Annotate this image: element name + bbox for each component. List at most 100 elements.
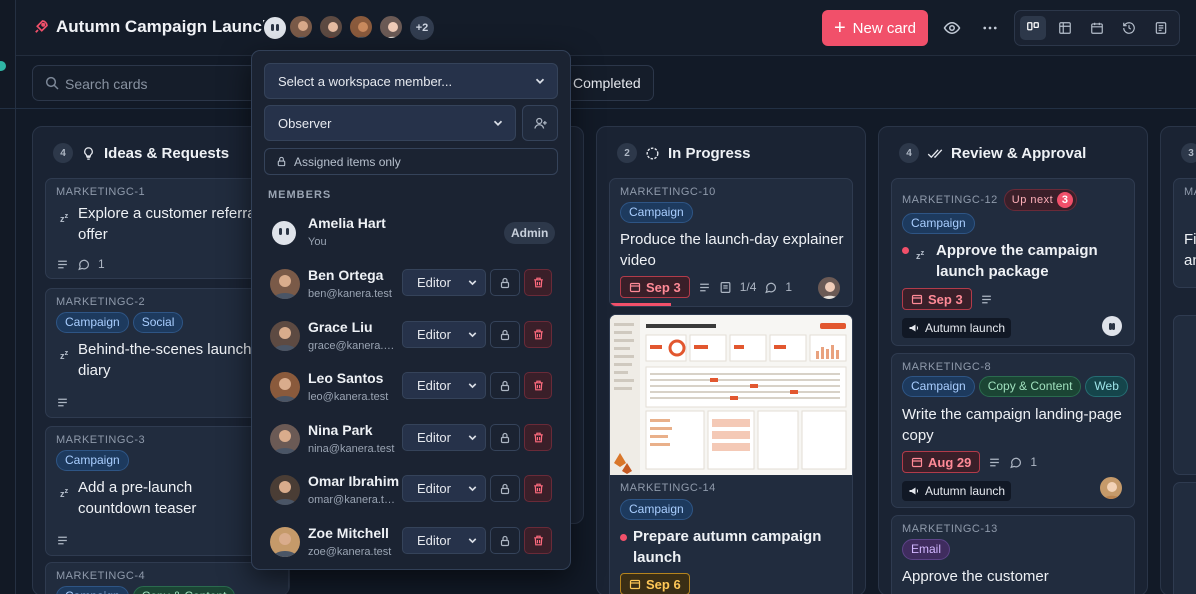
chevron-down-icon xyxy=(466,276,479,289)
description-icon xyxy=(980,293,993,306)
member-name: Omar Ibrahim xyxy=(308,473,400,489)
member-role-select[interactable]: Editor xyxy=(402,424,486,451)
trash-icon xyxy=(532,379,545,392)
member-select[interactable]: Select a workspace member... xyxy=(264,63,558,99)
trash-icon xyxy=(532,482,545,495)
chevron-down-icon xyxy=(466,379,479,392)
role-select-value: Observer xyxy=(278,115,332,131)
member-role-select[interactable]: Editor xyxy=(402,475,486,502)
lock-icon xyxy=(499,432,511,444)
card[interactable]: MARKETINGC-8 Campaign Copy & Content Web W… xyxy=(891,353,1135,508)
member-role-value: Editor xyxy=(417,327,451,342)
column-count: 4 xyxy=(53,143,73,163)
completed-filter-button[interactable]: Completed xyxy=(560,65,654,101)
card[interactable]: MARKETINGC-13 Email Approve the customer xyxy=(891,515,1135,594)
tag: Social xyxy=(132,312,184,333)
assignee-avatar[interactable] xyxy=(1098,475,1124,501)
view-switcher xyxy=(1014,10,1180,46)
members-heading: MEMBERS xyxy=(268,189,332,201)
restrict-access-button[interactable] xyxy=(490,372,520,399)
restrict-access-button[interactable] xyxy=(490,424,520,451)
member-name: Amelia Hart xyxy=(308,215,386,231)
card[interactable] xyxy=(1173,482,1196,594)
card-title: Prepare autumn campaign launch xyxy=(633,528,822,566)
search-input[interactable]: Search cards xyxy=(32,65,264,101)
restrict-access-button[interactable] xyxy=(490,321,520,348)
calendar-icon xyxy=(911,457,923,468)
remove-member-button[interactable] xyxy=(524,527,552,554)
comment-icon xyxy=(1009,456,1022,469)
more-members-badge[interactable]: +2 xyxy=(410,16,434,40)
column-title: Ideas & Requests xyxy=(104,144,230,162)
member-role-value: Editor xyxy=(417,481,451,496)
member-row: Zoe Mitchell zoe@kanera.test Editor xyxy=(252,521,572,571)
member-row: Leo Santos leo@kanera.test Editor xyxy=(252,366,572,416)
new-card-button[interactable]: + New card xyxy=(822,10,928,46)
list-view-icon[interactable] xyxy=(1148,16,1174,40)
avatar[interactable] xyxy=(262,15,288,41)
avatar[interactable] xyxy=(288,14,314,40)
member-role-select[interactable]: Editor xyxy=(402,321,486,348)
calendar-view-icon[interactable] xyxy=(1084,16,1110,40)
more-icon[interactable] xyxy=(981,19,999,37)
comment-icon xyxy=(764,281,777,294)
label-text: Autumn launch xyxy=(925,484,1006,498)
column-review: 4 Review & Approval MARKETINGC-12 Up next 3… xyxy=(878,126,1148,594)
card-id: MARKETINGC-1 xyxy=(56,186,146,198)
history-view-icon[interactable] xyxy=(1116,16,1142,40)
card[interactable]: MARKETINGC- Fi an xyxy=(1173,178,1196,288)
card-id-text: MARKETINGC-12 xyxy=(902,193,998,206)
left-rail xyxy=(0,0,16,594)
label-chip[interactable]: Autumn launch xyxy=(902,481,1012,501)
assignee-avatar[interactable] xyxy=(816,275,842,301)
column-partial: 3 MARKETINGC- Fi an xyxy=(1160,126,1196,594)
assignee-avatar[interactable] xyxy=(1102,316,1122,336)
due-date[interactable]: Sep 3 xyxy=(902,288,972,310)
member-email: ben@kanera.test xyxy=(308,288,392,300)
member-role-select[interactable]: Editor xyxy=(402,372,486,399)
eye-icon[interactable] xyxy=(943,19,961,37)
due-date-text: Sep 3 xyxy=(646,279,681,295)
tag: Campaign xyxy=(56,450,129,471)
restrict-access-button[interactable] xyxy=(490,527,520,554)
member-role-select[interactable]: Editor xyxy=(402,269,486,296)
bulb-icon xyxy=(81,146,96,161)
column-count: 4 xyxy=(899,143,919,163)
remove-member-button[interactable] xyxy=(524,321,552,348)
card[interactable]: MARKETINGC-12 Up next 3 Campaign zz Approv… xyxy=(891,178,1135,346)
due-date[interactable]: Sep 6 xyxy=(620,573,690,594)
avatar[interactable] xyxy=(348,14,374,40)
comment-count: 1 xyxy=(785,280,793,294)
remove-member-button[interactable] xyxy=(524,269,552,296)
due-date[interactable]: Aug 29 xyxy=(902,451,981,473)
restrict-access-button[interactable] xyxy=(490,269,520,296)
remove-member-button[interactable] xyxy=(524,372,552,399)
card[interactable] xyxy=(1173,315,1196,475)
member-avatar xyxy=(270,372,300,402)
avatar[interactable] xyxy=(378,14,404,40)
card[interactable]: MARKETINGC-10 Campaign Produce the launc… xyxy=(609,178,853,307)
tag: Campaign xyxy=(902,376,975,397)
member-select-value: Select a workspace member... xyxy=(278,73,453,89)
restrict-access-button[interactable] xyxy=(490,475,520,502)
card[interactable]: MARKETINGC-14 Campaign Prepare autumn ca… xyxy=(609,314,853,594)
assigned-only-toggle[interactable]: Assigned items only xyxy=(264,148,558,175)
share-members-popup: Select a workspace member... Observer As… xyxy=(251,50,571,570)
checklist-count: 1/4 xyxy=(739,280,757,294)
board-view-icon[interactable] xyxy=(1020,16,1046,40)
role-select[interactable]: Observer xyxy=(264,105,516,141)
comment-count: 1 xyxy=(98,257,105,271)
label-chip[interactable]: Autumn launch xyxy=(902,318,1012,338)
up-next-badge: Up next 3 xyxy=(1003,189,1078,211)
member-role-value: Editor xyxy=(417,533,451,548)
add-member-button[interactable] xyxy=(522,105,558,141)
due-date[interactable]: Sep 3 xyxy=(620,276,690,298)
remove-member-button[interactable] xyxy=(524,424,552,451)
megaphone-icon xyxy=(909,324,919,332)
table-view-icon[interactable] xyxy=(1052,16,1078,40)
member-role-select[interactable]: Editor xyxy=(402,527,486,554)
remove-member-button[interactable] xyxy=(524,475,552,502)
avatar[interactable] xyxy=(318,14,344,40)
card-id: MARKETINGC-10 xyxy=(620,186,716,198)
tag: Copy & Content xyxy=(978,376,1082,397)
